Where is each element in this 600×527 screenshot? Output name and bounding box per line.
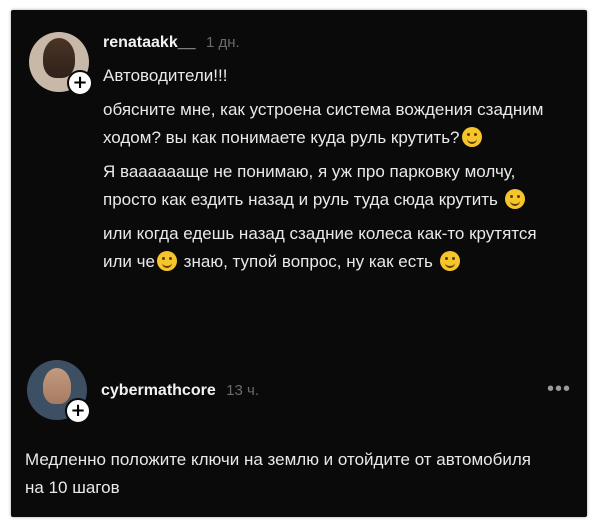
comment-text: Автоводители!!! обясните мне, как устрое…: [103, 62, 553, 282]
avatar-wrap[interactable]: +: [27, 360, 91, 424]
comment-paragraph: Автоводители!!!: [103, 66, 228, 85]
comment-line: Я вааааааще не понимаю, я уж про парковк…: [103, 162, 516, 209]
comment-paragraph: или когда едешь назад сзадние колеса как…: [103, 220, 553, 276]
comment-text: Медленно положите ключи на землю и отойд…: [25, 450, 531, 497]
username[interactable]: cybermathcore: [101, 382, 216, 399]
follow-plus-icon[interactable]: +: [67, 70, 93, 96]
comments-panel: + renataakk__ 1 дн. Автоводители!!! обяс…: [11, 10, 587, 517]
comment-paragraph: обясните мне, как устроена система вожде…: [103, 96, 553, 152]
rofl-emoji-icon: [461, 127, 482, 147]
avatar-face: [43, 368, 71, 404]
timestamp: 1 дн.: [205, 34, 240, 51]
avatar-wrap[interactable]: +: [29, 32, 93, 96]
timestamp: 13 ч.: [226, 382, 260, 399]
avatar-hair: [43, 38, 75, 78]
more-options-icon[interactable]: •••: [547, 378, 571, 401]
comment-line: знаю, тупой вопрос, ну как есть: [178, 252, 433, 271]
follow-plus-icon[interactable]: +: [65, 398, 91, 424]
thinking-emoji-icon: [504, 189, 525, 209]
grinning-sweat-emoji-icon: [156, 251, 177, 271]
username[interactable]: renataakk__: [103, 34, 196, 51]
comment-paragraph: Я вааааааще не понимаю, я уж про парковк…: [103, 158, 553, 214]
crying-emoji-icon: [439, 251, 460, 271]
